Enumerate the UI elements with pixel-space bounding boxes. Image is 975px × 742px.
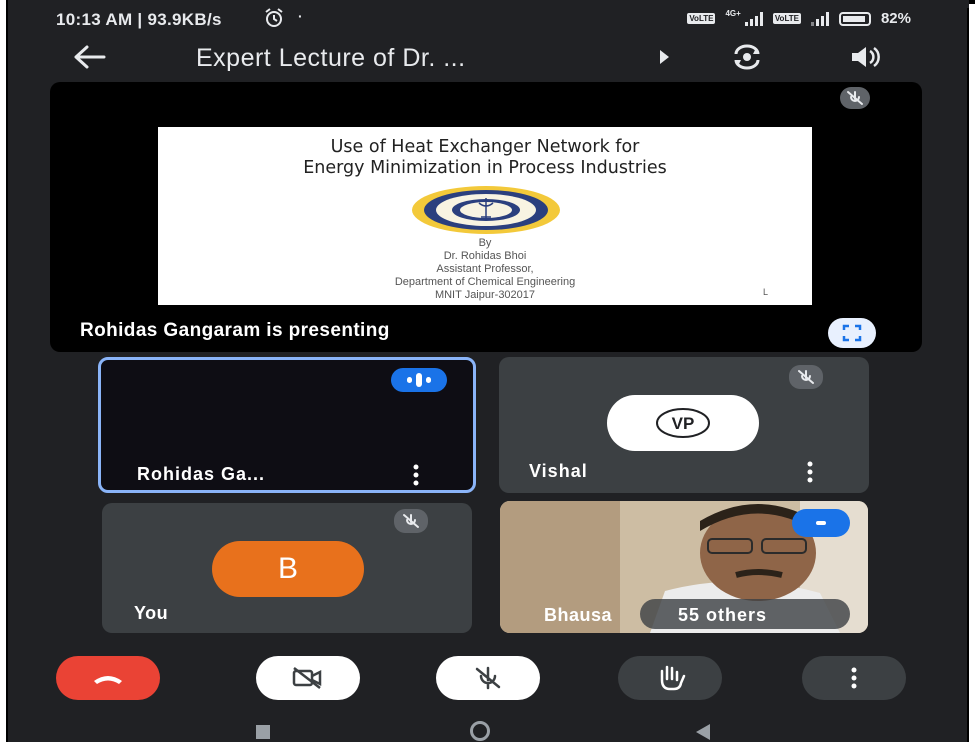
participant-tile-others[interactable]: Bhausa 55 others bbox=[500, 501, 868, 633]
participant-name: Vishal bbox=[529, 461, 588, 481]
others-count[interactable]: 55 others bbox=[678, 605, 767, 626]
participant-name: Rohidas Ga... bbox=[137, 464, 266, 484]
meeting-title[interactable]: Expert Lecture of Dr. ... bbox=[196, 44, 466, 73]
battery-percent: 82% bbox=[880, 10, 911, 27]
recents-icon[interactable] bbox=[256, 725, 270, 739]
mic-off-icon bbox=[403, 514, 419, 528]
avatar: B bbox=[212, 541, 364, 597]
fullscreen-icon bbox=[842, 324, 862, 342]
back-nav-icon[interactable] bbox=[696, 724, 710, 740]
mic-off-badge bbox=[394, 509, 428, 533]
app-bar: Expert Lecture of Dr. ... bbox=[8, 40, 969, 84]
end-call-button[interactable] bbox=[56, 656, 160, 700]
mic-off-icon bbox=[798, 370, 814, 384]
notification-dot-icon: · bbox=[298, 8, 303, 24]
slide-department: Department of Chemical Engineering bbox=[394, 276, 576, 288]
presentation-panel[interactable]: Use of Heat Exchanger Network for Energy… bbox=[50, 82, 922, 352]
alarm-icon bbox=[263, 8, 285, 33]
camera-off-icon bbox=[292, 667, 322, 689]
presenting-label: Rohidas Gangaram is presenting bbox=[80, 320, 390, 341]
speaker-icon[interactable] bbox=[848, 42, 882, 72]
slide-title-line1: Use of Heat Exchanger Network for bbox=[330, 137, 640, 157]
raise-hand-icon bbox=[660, 665, 686, 691]
participant-name: Bhausa bbox=[544, 605, 613, 625]
audio-level-icon bbox=[816, 521, 826, 525]
slide-name: Dr. Rohidas Bhoi bbox=[443, 250, 527, 262]
meet-screen: 10:13 AM | 93.9KB/s · VoLTE 4G+ VoLTE 82… bbox=[8, 0, 969, 742]
status-bar: 10:13 AM | 93.9KB/s · VoLTE 4G+ VoLTE 82… bbox=[8, 0, 969, 40]
presentation-mic-off-badge bbox=[840, 87, 870, 109]
phone-hangup-icon bbox=[94, 676, 122, 684]
raise-hand-button[interactable] bbox=[618, 656, 722, 700]
slide-title-line2: Energy Minimization in Process Industrie… bbox=[303, 158, 667, 178]
volte-icon: VoLTE bbox=[687, 13, 716, 24]
avatar-initials: VP bbox=[672, 414, 695, 433]
speaking-indicator bbox=[391, 368, 447, 392]
participant-tile-rohidas[interactable]: Rohidas Ga... bbox=[98, 357, 476, 493]
home-icon[interactable] bbox=[470, 721, 490, 741]
title-expand-icon[interactable] bbox=[660, 50, 669, 64]
participant-tile-vishal[interactable]: VP Vishal bbox=[499, 357, 869, 493]
mic-off-badge bbox=[789, 365, 823, 389]
speaking-indicator bbox=[792, 509, 850, 537]
slide-mark: L bbox=[762, 287, 768, 297]
more-vertical-icon bbox=[851, 667, 857, 689]
avatar: VP bbox=[607, 395, 759, 451]
battery-icon bbox=[838, 11, 871, 26]
more-options-icon[interactable] bbox=[807, 461, 813, 483]
mic-off-icon bbox=[847, 91, 863, 105]
volte-icon-2: VoLTE bbox=[772, 13, 801, 24]
signal-icon bbox=[744, 11, 763, 26]
switch-camera-icon[interactable] bbox=[730, 42, 764, 72]
camera-toggle-button[interactable] bbox=[256, 656, 360, 700]
slide-institute: MNIT Jaipur-302017 bbox=[434, 289, 536, 301]
mic-toggle-button[interactable] bbox=[436, 656, 540, 700]
mic-off-icon bbox=[475, 666, 501, 690]
slide: Use of Heat Exchanger Network for Energy… bbox=[158, 127, 812, 305]
signal-icon-2 bbox=[810, 11, 829, 26]
participant-tile-you[interactable]: B You bbox=[102, 503, 472, 633]
more-options-button[interactable] bbox=[802, 656, 906, 700]
audio-level-icon bbox=[407, 373, 431, 387]
status-time-speed: 10:13 AM | 93.9KB/s bbox=[56, 10, 222, 29]
slide-by: By bbox=[478, 237, 492, 249]
fullscreen-button[interactable] bbox=[828, 318, 876, 348]
participant-name: You bbox=[134, 603, 169, 623]
back-arrow-icon[interactable] bbox=[72, 42, 106, 77]
slide-role: Assistant Professor, bbox=[436, 263, 534, 275]
institute-logo bbox=[412, 186, 560, 234]
network-type: 4G+ bbox=[725, 9, 741, 18]
system-nav-bar bbox=[8, 712, 969, 742]
more-options-icon[interactable] bbox=[413, 464, 419, 486]
